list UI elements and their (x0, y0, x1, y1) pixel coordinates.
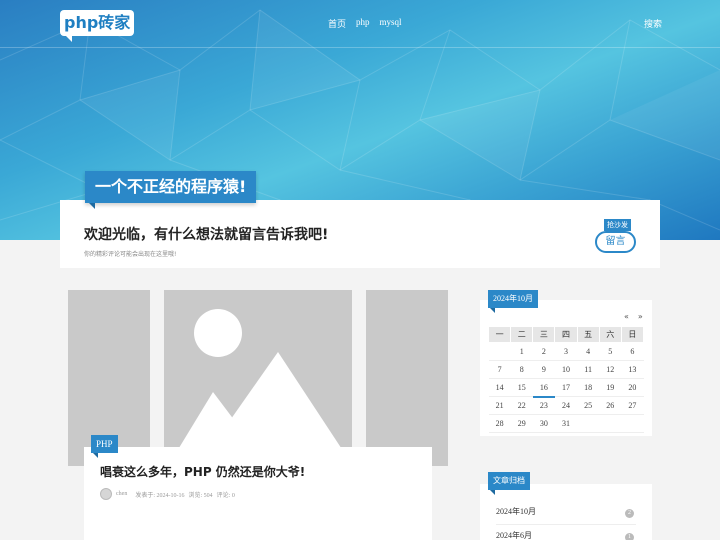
calendar-day[interactable]: 4 (577, 342, 600, 361)
calendar-empty-cell (488, 342, 511, 361)
post-title[interactable]: 唱衰这么多年，PHP 仍然还是你大爷! (100, 463, 305, 480)
post-card: 唱衰这么多年，PHP 仍然还是你大爷! chen 发表于: 2024-10-16… (84, 447, 432, 540)
calendar-empty-cell (621, 414, 644, 433)
calendar-day[interactable]: 21 (488, 396, 511, 415)
calendar-day[interactable]: 12 (599, 360, 622, 379)
post-thumbnail[interactable] (68, 290, 448, 466)
calendar-title: 2024年10月 (488, 290, 538, 313)
nav-item-php[interactable]: php (356, 17, 370, 30)
calendar-day[interactable]: 1 (510, 342, 533, 361)
calendar-day[interactable]: 25 (577, 396, 600, 415)
archive-item-label: 2024年10月 (496, 507, 536, 516)
calendar-day[interactable]: 11 (577, 360, 600, 379)
calendar-day[interactable]: 27 (621, 396, 644, 415)
calendar-weekday: 三 (532, 326, 556, 343)
calendar-day[interactable]: 6 (621, 342, 644, 361)
calendar-nav: « » (624, 312, 643, 321)
archive-item-label: 2024年6月 (496, 531, 532, 540)
calendar-day[interactable]: 9 (532, 360, 555, 379)
calendar-day[interactable]: 2 (532, 342, 555, 361)
calendar-empty-cell (599, 414, 622, 433)
calendar-day[interactable]: 26 (599, 396, 622, 415)
calendar-day[interactable]: 13 (621, 360, 644, 379)
calendar-day[interactable]: 3 (554, 342, 578, 361)
calendar-day[interactable]: 30 (532, 414, 555, 433)
calendar-day[interactable]: 22 (510, 396, 533, 415)
calendar-day[interactable]: 20 (621, 378, 644, 397)
welcome-title: 欢迎光临，有什么想法就留言告诉我吧! (84, 227, 329, 243)
site-logo[interactable]: php砖家 (60, 10, 135, 42)
sofa-badge: 抢沙发 (604, 219, 631, 231)
calendar-day[interactable]: 8 (510, 360, 533, 379)
avatar (100, 488, 112, 500)
nav-item-mysql[interactable]: mysql (380, 17, 402, 30)
archive-title: 文章归档 (488, 472, 530, 495)
main-nav: 首页 php mysql (328, 17, 402, 30)
nav-item-home[interactable]: 首页 (328, 17, 346, 30)
calendar-day[interactable]: 10 (554, 360, 578, 379)
calendar-weekday: 二 (510, 326, 534, 343)
image-placeholder-icon (168, 309, 353, 466)
calendar-weekday: 四 (554, 326, 578, 343)
post-meta: chen 发表于: 2024-10-16 浏览: 504 评论: 0 (100, 488, 235, 500)
calendar-weekday: 日 (620, 326, 645, 343)
calendar-day[interactable]: 23 (532, 396, 555, 415)
calendar-day[interactable]: 15 (510, 378, 533, 397)
welcome-subtitle: 你的精彩评论可能会出现在这里哦! (84, 251, 177, 258)
calendar-next-button[interactable]: » (638, 312, 643, 321)
calendar-weekday: 六 (598, 326, 622, 343)
welcome-card: 欢迎光临，有什么想法就留言告诉我吧! 你的精彩评论可能会出现在这里哦! 留言 抢… (60, 200, 660, 268)
calendar-table: 一二三四五六日 1 2 3 4 5 6 7 8 9 10 11 12 13 14 15 16 17 18 19 20 2… (487, 326, 645, 433)
post-author[interactable]: chen (116, 491, 127, 497)
calendar-day[interactable]: 29 (510, 414, 533, 433)
calendar-day[interactable]: 17 (554, 378, 578, 397)
nav-divider (0, 47, 720, 48)
calendar-day[interactable]: 24 (554, 396, 578, 415)
calendar-weekday: 五 (576, 326, 600, 343)
archive-item-count: 1 (625, 533, 634, 540)
leave-message-button[interactable]: 留言 (595, 231, 636, 253)
calendar-empty-cell (577, 414, 600, 433)
post-comments: 评论: 0 (216, 492, 235, 499)
calendar-day[interactable]: 14 (488, 378, 511, 397)
calendar-day[interactable]: 5 (599, 342, 622, 361)
archive-item-count: 2 (625, 509, 634, 518)
calendar-day[interactable]: 31 (554, 414, 578, 433)
post-date: 发表于: 2024-10-16 (135, 492, 185, 499)
calendar-day[interactable]: 7 (488, 360, 511, 379)
calendar-day[interactable]: 19 (599, 378, 622, 397)
archive-item[interactable]: 2024年6月 1 (496, 530, 636, 540)
post-views: 浏览: 504 (188, 492, 213, 499)
calendar-day[interactable]: 16 (532, 378, 555, 398)
archive-item[interactable]: 2024年10月 2 (496, 506, 636, 525)
calendar-prev-button[interactable]: « (624, 312, 629, 321)
calendar-weekday: 一 (487, 326, 512, 343)
post-category-tag[interactable]: PHP (91, 435, 118, 458)
site-slogan: 一个不正经的程序猿! (85, 171, 257, 209)
calendar-day[interactable]: 28 (488, 414, 511, 433)
calendar-day[interactable]: 18 (577, 378, 600, 397)
search-link[interactable]: 搜索 (644, 17, 662, 30)
